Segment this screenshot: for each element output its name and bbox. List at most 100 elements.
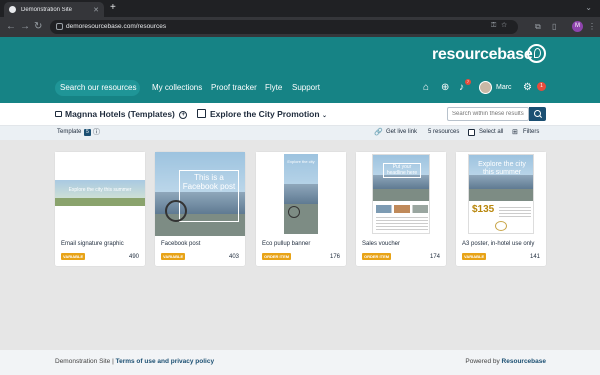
nav-proof-tracker[interactable]: Proof tracker <box>211 80 257 96</box>
site-favicon-icon <box>9 6 16 13</box>
resource-id: 174 <box>429 254 440 260</box>
browser-tab[interactable]: Demonstration Site ✕ <box>4 2 104 17</box>
resource-thumbnail[interactable]: Explore the city this summer <box>55 152 145 236</box>
terms-link[interactable]: Terms of use and privacy policy <box>116 358 215 365</box>
resource-title[interactable]: Eco pullup banner <box>262 240 310 249</box>
user-name[interactable]: Marc <box>496 82 512 94</box>
resource-type-badge: VARIABLE <box>161 253 186 260</box>
resource-card[interactable]: This is a Facebook post Facebook post VA… <box>155 152 245 266</box>
resourcebase-link[interactable]: Resourcebase <box>502 358 546 365</box>
thumbnail-text-lines <box>499 207 531 217</box>
price-text: $135 <box>472 204 495 215</box>
collection-promo-icon <box>197 109 206 118</box>
forward-icon[interactable]: → <box>20 21 30 33</box>
get-live-link[interactable]: Get live link <box>386 127 417 138</box>
logo-mark-icon <box>527 44 546 63</box>
resource-thumbnail[interactable]: Explore the city this summer $135 <box>456 152 546 236</box>
url-text[interactable]: demoresourcebase.com/resources <box>66 22 166 32</box>
nav-search-label: Search our resources <box>60 83 137 92</box>
add-collection-icon[interactable]: + <box>179 110 188 119</box>
thumbnail-overlay-text: Put your headline here <box>383 163 421 178</box>
cyclist-figure <box>165 200 187 222</box>
reload-icon[interactable]: ↻ <box>34 21 42 33</box>
collection-title[interactable]: Magnna Hotels (Templates) + <box>55 108 188 120</box>
user-avatar[interactable] <box>479 81 492 94</box>
nav-flyte[interactable]: Flyte <box>265 80 282 96</box>
powered-by-label: Powered by <box>465 358 500 365</box>
resource-thumbnail[interactable]: Explore the city <box>256 152 346 236</box>
collection-promo[interactable]: Explore the City Promotion ⌄ <box>210 108 327 122</box>
link-icon[interactable]: 🔗 <box>374 127 383 138</box>
side-panel-icon[interactable]: ▯ <box>552 22 556 32</box>
gear-icon[interactable]: ⚙ <box>523 82 532 94</box>
browser-menu-icon[interactable]: ⋮ <box>588 22 596 32</box>
footer-site-name: Demonstration Site | <box>55 358 114 365</box>
resource-type-badge: ORDER ITEM <box>362 253 392 260</box>
resource-title[interactable]: Facebook post <box>161 240 200 249</box>
alert-badge[interactable]: 1 <box>537 82 546 91</box>
resource-title[interactable]: Email signature graphic <box>61 240 124 249</box>
tab-search-icon[interactable]: ⌄ <box>585 3 592 12</box>
thumbnail-banner: Explore the city <box>284 154 318 234</box>
thumbnail-page: Explore the city this summer $135 <box>468 154 534 234</box>
bell-icon[interactable]: ♪ <box>459 82 464 94</box>
thumbnail-photo: Put your headline here <box>373 155 429 201</box>
back-icon[interactable]: ← <box>6 21 16 33</box>
search-button[interactable] <box>529 107 546 121</box>
select-all-checkbox[interactable] <box>468 129 475 136</box>
resource-thumbnail[interactable]: Put your headline here <box>356 152 446 236</box>
upload-icon[interactable]: ⊕ <box>441 82 449 94</box>
omnibox-actions: ⚿☆ <box>491 22 512 30</box>
password-key-icon[interactable]: ⚿ <box>491 22 501 29</box>
resource-id: 176 <box>329 254 340 260</box>
tab-title: Demonstration Site <box>21 6 73 13</box>
profile-avatar[interactable]: M <box>572 21 583 32</box>
chevron-down-icon: ⌄ <box>321 113 327 119</box>
resource-type-badge: VARIABLE <box>61 253 86 260</box>
resource-id: 403 <box>228 254 239 260</box>
bookmark-star-icon[interactable]: ☆ <box>501 22 512 29</box>
filters-button[interactable]: Filters <box>523 127 539 138</box>
filter-icon[interactable]: ⊞ <box>512 127 518 138</box>
resource-card[interactable]: Explore the city this summer Email signa… <box>55 152 145 266</box>
resource-card[interactable]: Explore the city this summer $135 A3 pos… <box>456 152 546 266</box>
thumbnail-ground <box>469 189 533 201</box>
thumbnail-page: Put your headline here <box>372 154 430 234</box>
resource-thumbnail[interactable]: This is a Facebook post <box>155 152 245 236</box>
extensions-icon[interactable]: ⧉ <box>535 22 541 32</box>
thumbnail-ground <box>373 189 429 201</box>
thumbnail-text-lines <box>376 217 428 231</box>
thumbnail-city <box>469 175 533 189</box>
resource-type-badge: ORDER ITEM <box>262 253 292 260</box>
select-all-label[interactable]: Select all <box>479 127 503 138</box>
thumbnail-overlay-text: Explore the city this summer <box>68 187 132 193</box>
collection-name: Magnna Hotels (Templates) <box>65 109 175 119</box>
browser-toolbar: ← → ↻ demoresourcebase.com/resources ⚿☆ … <box>0 17 600 37</box>
resource-card[interactable]: Explore the city Eco pullup banner ORDER… <box>256 152 346 266</box>
hotel-logo-icon <box>495 221 507 231</box>
resource-id: 490 <box>128 254 139 260</box>
site-logo[interactable]: resourcebase <box>432 46 533 64</box>
new-tab-button[interactable]: + <box>110 3 116 13</box>
site-info-icon[interactable] <box>56 23 63 30</box>
footer-left: Demonstration Site | Terms of use and pr… <box>55 357 214 367</box>
resource-count: 5 resources <box>428 129 460 135</box>
nav-my-collections[interactable]: My collections <box>152 80 202 96</box>
resource-card[interactable]: Put your headline here Sales voucher ORD… <box>356 152 446 266</box>
nav-search-resources[interactable]: Search our resources ⌄ <box>55 80 140 108</box>
cyclist-figure <box>288 206 300 218</box>
home-icon[interactable]: ⌂ <box>423 82 429 94</box>
search-input[interactable] <box>447 107 529 121</box>
address-bar[interactable]: demoresourcebase.com/resources ⚿☆ <box>50 20 518 34</box>
info-icon[interactable]: ⓘ <box>93 127 100 138</box>
resource-title[interactable]: Sales voucher <box>362 240 400 249</box>
resource-type-badge: VARIABLE <box>462 253 487 260</box>
footer-right: Powered by Resourcebase <box>465 357 546 367</box>
thumbnail-overlay-text: Explore the city <box>287 159 315 164</box>
resource-title[interactable]: A3 poster, in-hotel use only <box>462 240 534 249</box>
browser-tabbar: Demonstration Site ✕ + ⌄ <box>0 0 600 17</box>
notification-badge: 7 <box>465 79 471 85</box>
close-tab-icon[interactable]: ✕ <box>93 6 99 14</box>
nav-support[interactable]: Support <box>292 80 320 96</box>
promo-name: Explore the City Promotion <box>210 109 320 119</box>
